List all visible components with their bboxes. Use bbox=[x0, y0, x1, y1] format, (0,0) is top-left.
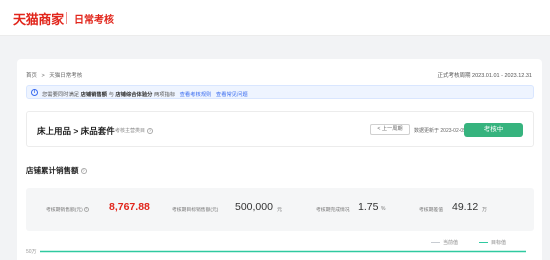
logo-divider bbox=[66, 12, 67, 24]
stat-value: 49.12 bbox=[452, 201, 479, 213]
view-faq-link[interactable]: 查看常见问题 bbox=[216, 92, 248, 98]
page-subtitle: 日常考核 bbox=[74, 15, 114, 26]
info-icon: i bbox=[31, 89, 38, 96]
breadcrumb-home[interactable]: 首页 bbox=[26, 73, 37, 79]
legend-target-swatch bbox=[479, 241, 488, 244]
help-icon[interactable]: ? bbox=[147, 127, 154, 134]
category-note: 考核主营类目? bbox=[115, 127, 154, 134]
status-button[interactable]: 考核中 bbox=[464, 123, 523, 137]
breadcrumb: 首页 > 天猫日常考核 bbox=[26, 71, 85, 79]
notice-text: 您需要同时满足 店铺销售额 与 店铺综合体验分 两项指标 查看考核规则 查看常见… bbox=[42, 91, 248, 98]
category-title: 床上用品 > 床品套件 bbox=[37, 126, 115, 136]
stat-value: 8,767.88 bbox=[109, 201, 150, 213]
breadcrumb-separator: > bbox=[41, 73, 45, 79]
previous-period-button[interactable]: < 上一周期 bbox=[370, 124, 410, 135]
stat-label: 考核期完成情况 bbox=[316, 208, 350, 213]
breadcrumb-current: 天猫日常考核 bbox=[49, 73, 83, 79]
notice-metric-sales: 店铺销售额 bbox=[80, 91, 108, 98]
task-card: 床上用品 > 床品套件 考核主营类目? < 上一周期 数据更新于 2023-02… bbox=[26, 111, 534, 147]
stat-value: 1.75 bbox=[358, 201, 379, 213]
data-updated-text: 数据更新于 2023-02-05 bbox=[414, 128, 466, 134]
stat-label: 考核期差值 bbox=[419, 208, 443, 213]
notice-metric-experience: 店铺综合体验分 bbox=[115, 91, 153, 98]
stat-label: 考核期销售额(元)? bbox=[46, 207, 89, 213]
notice-banner: i 您需要同时满足 店铺销售额 与 店铺综合体验分 两项指标 查看考核规则 查看… bbox=[26, 85, 534, 99]
top-bar: 天猫商家 日常考核 bbox=[0, 0, 550, 36]
stat-value: 500,000 bbox=[235, 201, 273, 213]
y-tick-label: 50万 bbox=[26, 249, 37, 255]
tmall-merchant-logo[interactable]: 天猫商家 bbox=[13, 9, 64, 28]
main-panel: 首页 > 天猫日常考核 正式考核周期 2023.01.01 - 2023.12.… bbox=[17, 59, 542, 260]
sales-chart: 50万 bbox=[26, 249, 526, 255]
stat-label: 考核期目标销售额(元) bbox=[172, 208, 219, 213]
stat-unit: 万 bbox=[482, 207, 488, 213]
section-title: 店铺累计销售额? bbox=[26, 166, 87, 175]
stats-panel: 考核期销售额(元)? 8,767.88 考核期目标销售额(元) 500,000 … bbox=[26, 188, 534, 231]
view-rules-link[interactable]: 查看考核规则 bbox=[180, 92, 212, 98]
help-icon[interactable]: ? bbox=[80, 168, 87, 175]
assessment-period: 正式考核周期 2023.01.01 - 2023.12.31 bbox=[437, 73, 532, 79]
stat-unit: % bbox=[381, 206, 386, 212]
legend-current-swatch bbox=[431, 241, 440, 244]
help-icon[interactable]: ? bbox=[83, 207, 89, 213]
stat-unit: 元 bbox=[277, 207, 283, 213]
